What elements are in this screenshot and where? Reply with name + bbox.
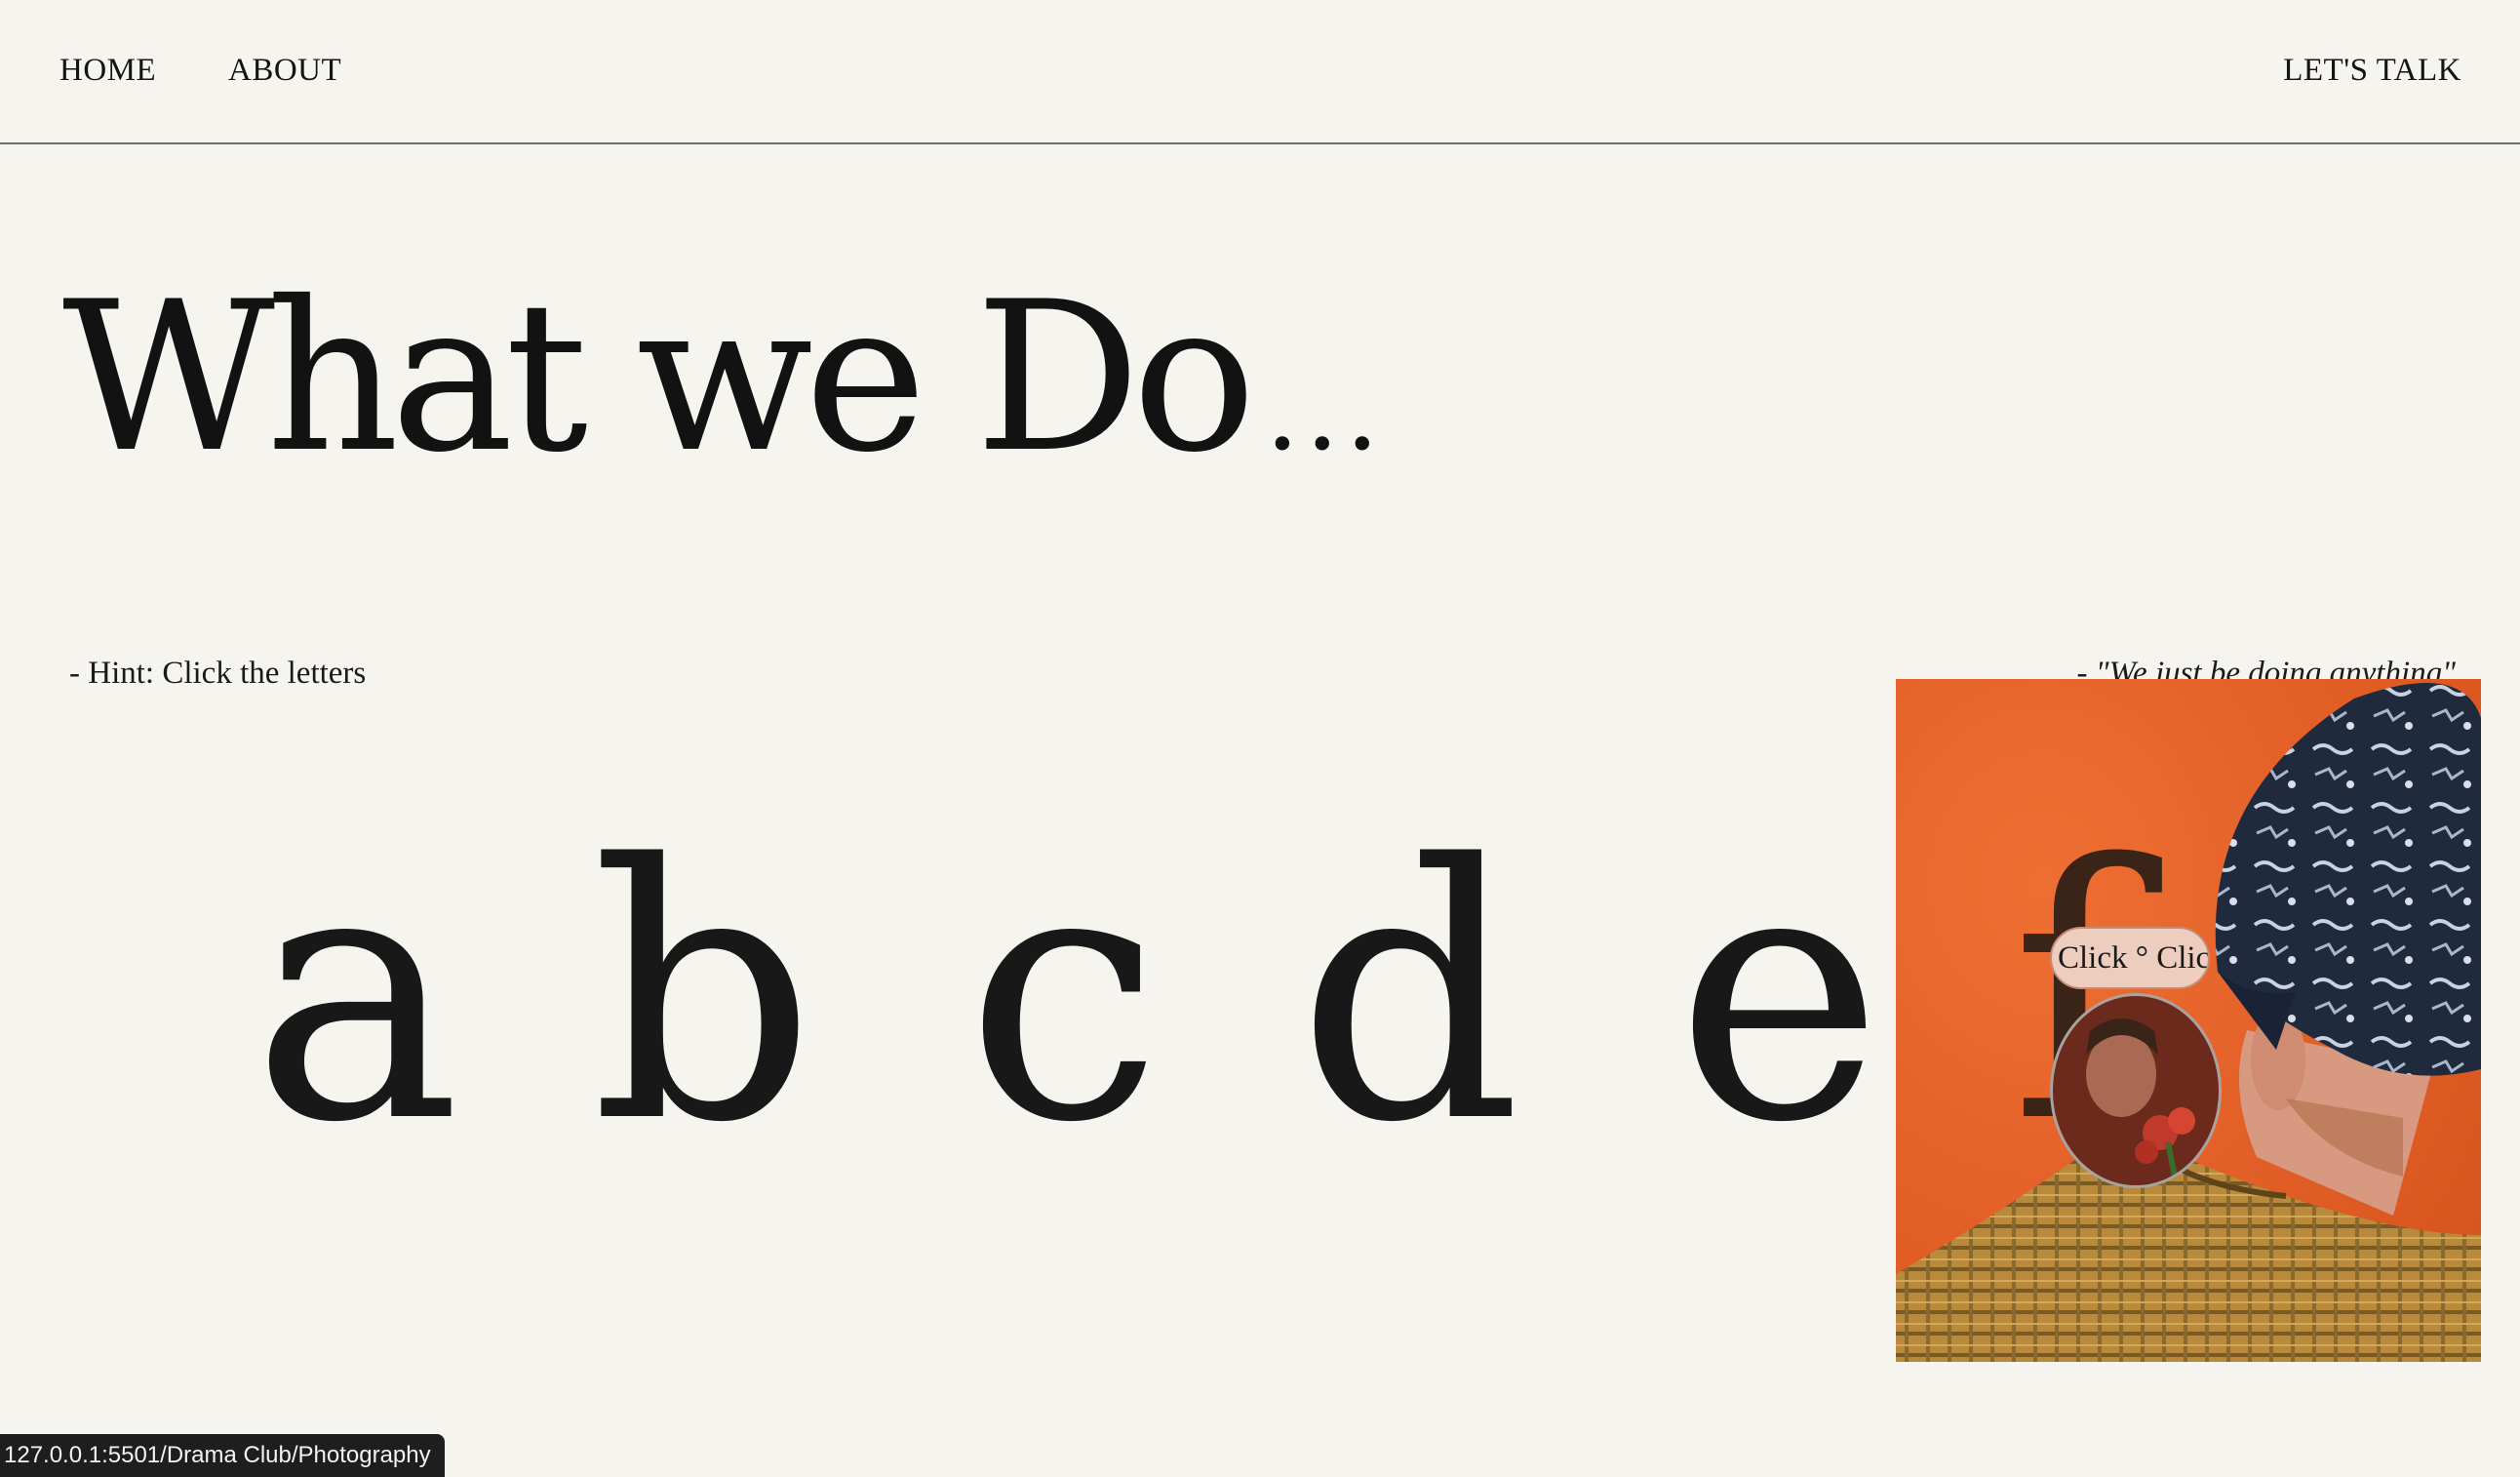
page-title-text: What we Do (62, 257, 1256, 498)
letter-a[interactable]: a (252, 780, 461, 1210)
letter-d[interactable]: d (1297, 780, 1521, 1210)
cursor-lens-preview[interactable] (2050, 993, 2222, 1188)
hint-text: - Hint: Click the letters (69, 656, 367, 691)
page-title: What we Do... (62, 256, 1385, 534)
letter-b[interactable]: b (591, 780, 815, 1210)
nav-home-link[interactable]: HOME (59, 51, 156, 90)
click-cursor-pill[interactable]: Click ° Click (2050, 927, 2210, 989)
lets-talk-link[interactable]: LET'S TALK (2283, 51, 2461, 90)
top-navigation: HOME ABOUT LET'S TALK (0, 0, 2520, 144)
letter-c[interactable]: c (965, 780, 1162, 1210)
status-bar-url: 127.0.0.1:5501/Drama Club/Photography (0, 1434, 445, 1477)
lens-photo-icon (2053, 996, 2219, 1185)
letter-e[interactable]: e (1675, 780, 1883, 1210)
page-title-ellipsis: ... (1265, 349, 1386, 474)
nav-about-link[interactable]: ABOUT (228, 51, 341, 90)
